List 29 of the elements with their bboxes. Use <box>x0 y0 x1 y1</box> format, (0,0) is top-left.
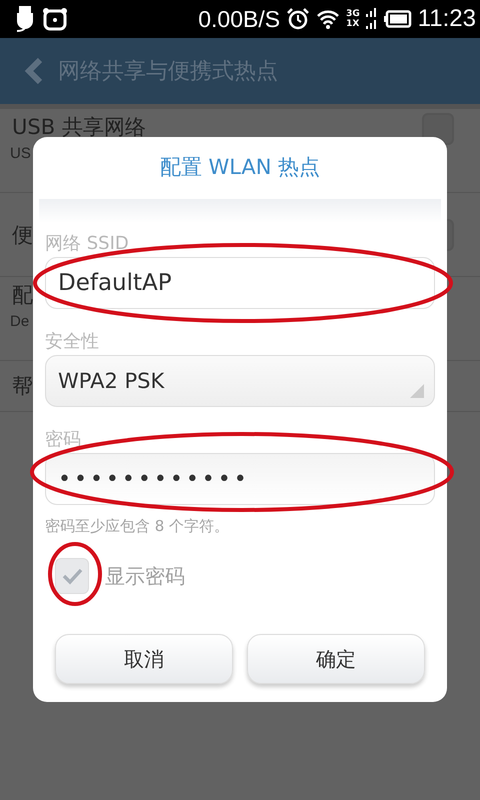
network-type: 3G <box>346 9 360 19</box>
usb-icon <box>14 6 36 32</box>
dialog-button[interactable]: 取消 <box>55 634 233 684</box>
field-label: 安全性 <box>45 330 99 351</box>
setting-summary: De <box>10 313 30 330</box>
check-icon <box>61 567 83 585</box>
network-type: 1X <box>346 19 360 29</box>
dialog-title: 配置 WLAN 热点 <box>158 154 322 181</box>
clock-time: 11:23 <box>418 5 476 33</box>
show-password-checkbox[interactable] <box>55 558 89 594</box>
wifi-icon <box>316 9 340 29</box>
alarm-icon <box>286 7 310 31</box>
battery-icon <box>384 10 412 28</box>
security-dropdown[interactable]: WPA2 PSK <box>45 355 435 407</box>
annotation-circle <box>48 542 102 606</box>
network-speed: 0.00B/S <box>198 6 280 32</box>
cat-face-icon <box>42 7 68 31</box>
setting-title: 配 <box>12 282 33 309</box>
setting-summary: US <box>10 145 31 162</box>
password-field[interactable]: •••••••••••• <box>45 453 435 505</box>
setting-title: USB 共享网络 <box>12 114 146 141</box>
dialog-button[interactable]: 确定 <box>247 634 425 684</box>
signal-icon <box>366 8 378 30</box>
field-label: 网络 SSID <box>45 232 129 253</box>
setting-title: 便 <box>12 222 33 248</box>
setting-title: 帮 <box>12 373 33 400</box>
back-icon[interactable] <box>24 57 44 85</box>
field-label: 密码 <box>45 428 81 449</box>
ssid-field[interactable]: DefaultAP <box>45 257 435 309</box>
